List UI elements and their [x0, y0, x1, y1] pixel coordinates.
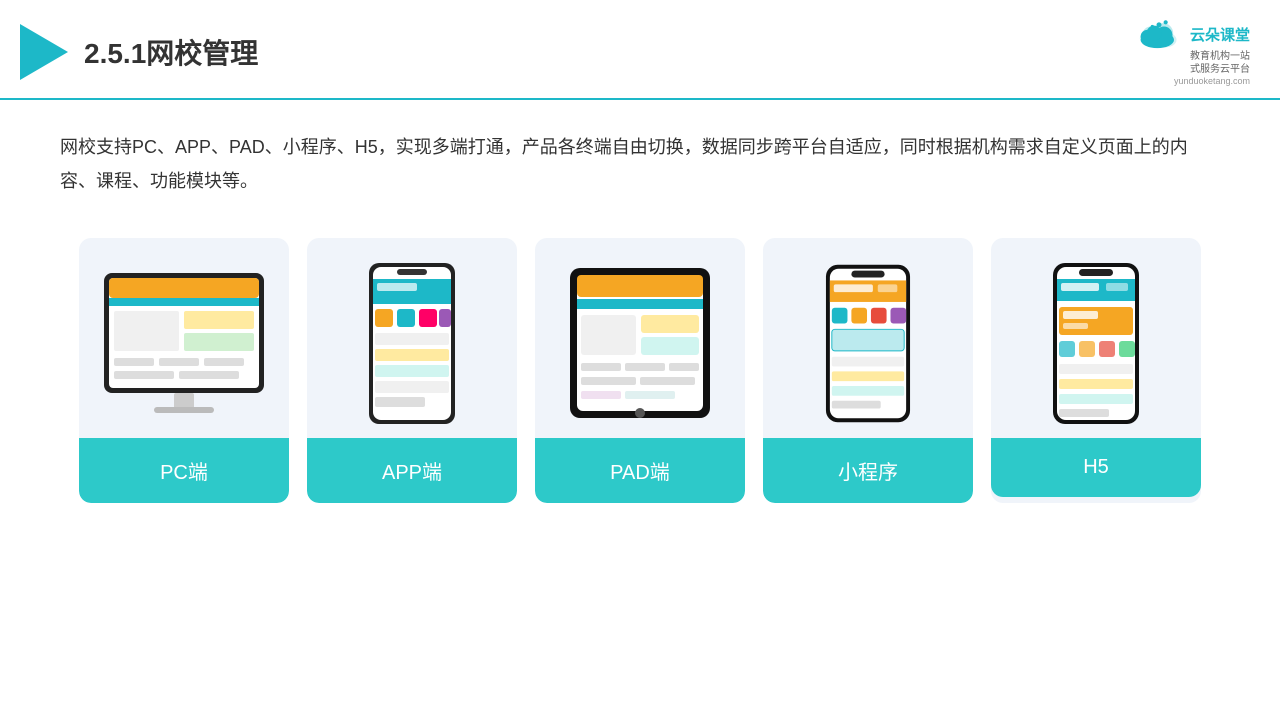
brand-logo: 云朵课堂 教育机构一站式服务云平台 yunduoketang.com [1134, 18, 1250, 86]
page-title: 2.5.1网校管理 [84, 32, 258, 72]
phone-h5-icon [1051, 261, 1141, 426]
pad-image-area [535, 238, 745, 438]
monitor-icon [99, 263, 269, 423]
h5-label: H5 [991, 438, 1201, 497]
pad-card: PAD端 [535, 238, 745, 503]
header-right: 云朵课堂 教育机构一站式服务云平台 yunduoketang.com [1134, 18, 1250, 86]
logo-triangle-icon [20, 24, 68, 80]
app-card: APP端 [307, 238, 517, 503]
pad-label: PAD端 [535, 438, 745, 503]
app-label: APP端 [307, 438, 517, 503]
brand-icon: 云朵课堂 [1134, 18, 1250, 50]
phone-mini-icon [824, 261, 912, 426]
pc-card: PC端 [79, 238, 289, 503]
cloud-icon [1134, 18, 1184, 50]
miniprogram-card: 小程序 [763, 238, 973, 503]
h5-card: H5 [991, 238, 1201, 503]
description-text: 网校支持PC、APP、PAD、小程序、H5，实现多端打通，产品各终端自由切换，数… [60, 130, 1220, 198]
header-left: 2.5.1网校管理 [20, 24, 258, 80]
tablet-icon [565, 263, 715, 423]
h5-image-area [991, 238, 1201, 438]
pc-image-area [79, 238, 289, 438]
cards-container: PC端 [60, 238, 1220, 503]
header: 2.5.1网校管理 云朵课堂 [0, 0, 1280, 100]
brand-name: 云朵课堂 [1190, 24, 1250, 45]
app-image-area [307, 238, 517, 438]
main-content: 网校支持PC、APP、PAD、小程序、H5，实现多端打通，产品各终端自由切换，数… [0, 100, 1280, 533]
brand-url: yunduoketang.com [1174, 76, 1250, 86]
miniprogram-label: 小程序 [763, 438, 973, 503]
brand-tagline: 教育机构一站式服务云平台 [1190, 50, 1250, 76]
pc-label: PC端 [79, 438, 289, 503]
miniprogram-image-area [763, 238, 973, 438]
phone-app-icon [367, 261, 457, 426]
